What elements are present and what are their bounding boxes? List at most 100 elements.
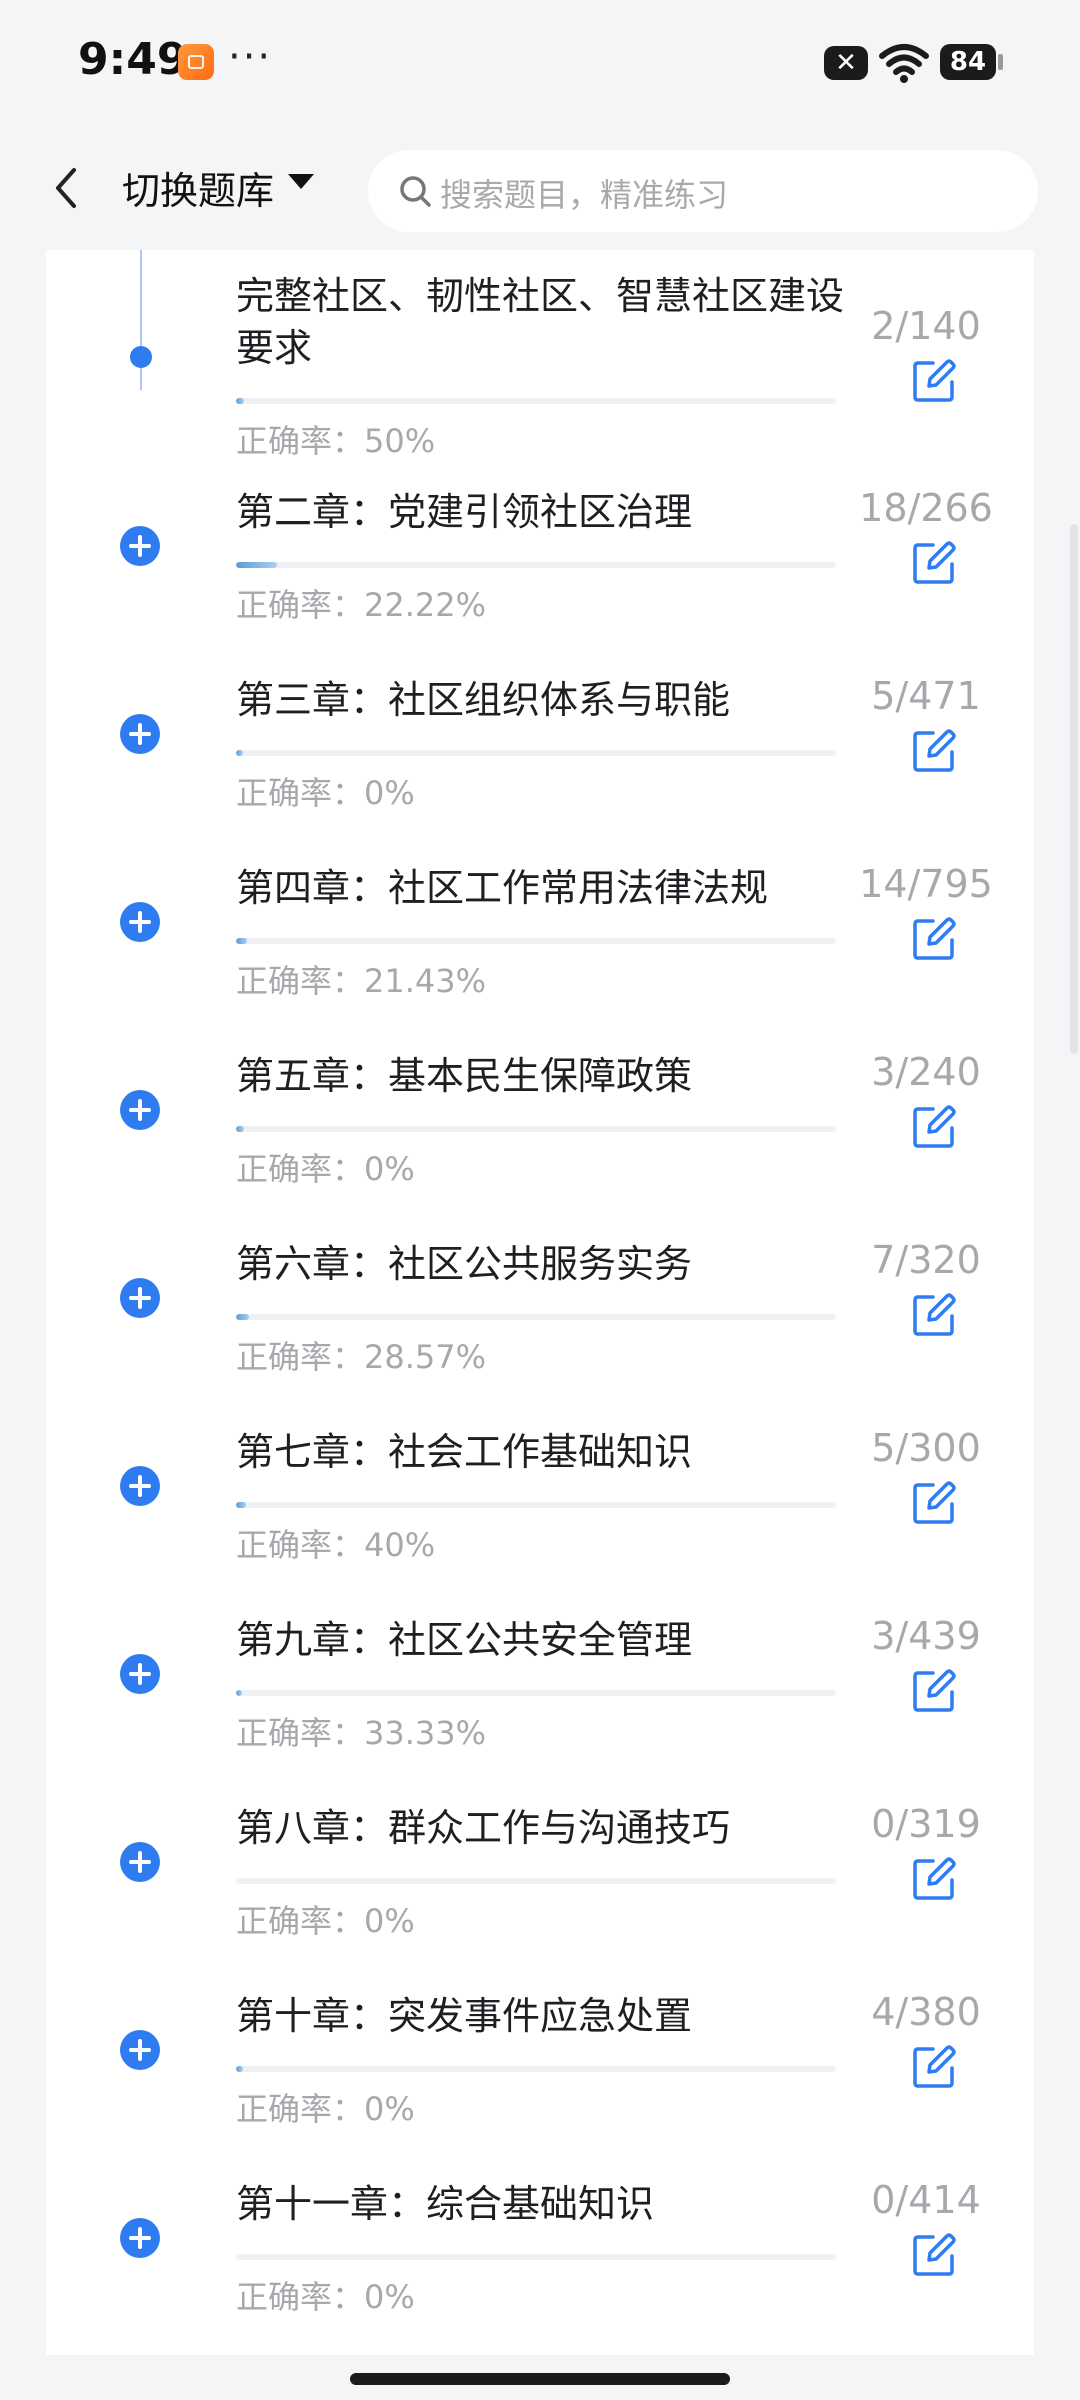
accuracy-label: 正确率： bbox=[236, 586, 365, 624]
plus-circle-icon[interactable] bbox=[120, 902, 160, 942]
plus-circle-icon[interactable] bbox=[120, 1654, 160, 1694]
plus-circle-icon[interactable] bbox=[120, 526, 160, 566]
edit-icon[interactable] bbox=[911, 1480, 957, 1526]
more-notifications-icon: ··· bbox=[228, 34, 273, 80]
edit-icon[interactable] bbox=[911, 2232, 957, 2278]
plus-circle-icon[interactable] bbox=[120, 1090, 160, 1130]
progress-fill bbox=[236, 2066, 243, 2072]
progress-bar bbox=[236, 398, 836, 404]
question-count: 2/140 bbox=[871, 304, 981, 348]
chapter-row[interactable]: 完整社区、韧性社区、智慧社区建设要求 正确率：50% 2/140 bbox=[46, 270, 1034, 460]
question-count: 4/380 bbox=[871, 1990, 981, 2034]
progress-fill bbox=[236, 938, 247, 944]
accuracy-text: 正确率：0% bbox=[236, 1144, 415, 1190]
accuracy-value: 21.43% bbox=[364, 962, 487, 1000]
accuracy-label: 正确率： bbox=[236, 1902, 365, 1940]
chapter-title: 第十章：突发事件应急处置 bbox=[236, 1994, 693, 2038]
plus-circle-icon[interactable] bbox=[120, 714, 160, 754]
dropdown-caret-icon[interactable] bbox=[288, 174, 314, 189]
edit-icon[interactable] bbox=[911, 1856, 957, 1902]
accuracy-value: 0% bbox=[364, 2090, 415, 2128]
progress-bar bbox=[236, 1878, 836, 1884]
accuracy-value: 0% bbox=[364, 2278, 415, 2316]
accuracy-text: 正确率：21.43% bbox=[236, 956, 486, 1002]
scrollbar[interactable] bbox=[1070, 524, 1078, 1054]
chapter-row[interactable]: 第二章：党建引领社区治理 正确率：22.22% 18/266 bbox=[46, 486, 1034, 676]
edit-icon[interactable] bbox=[911, 358, 957, 404]
accuracy-label: 正确率： bbox=[236, 774, 365, 812]
question-count: 7/320 bbox=[871, 1238, 981, 1282]
search-placeholder: 搜索题目，精准练习 bbox=[440, 176, 729, 214]
accuracy-value: 22.22% bbox=[364, 586, 487, 624]
battery-cap bbox=[998, 54, 1003, 70]
accuracy-label: 正确率： bbox=[236, 1714, 365, 1752]
chapter-row[interactable]: 第三章：社区组织体系与职能 正确率：0% 5/471 bbox=[46, 674, 1034, 864]
accuracy-value: 0% bbox=[364, 1902, 415, 1940]
chapter-row[interactable]: 第十一章：综合基础知识 正确率：0% 0/414 bbox=[46, 2178, 1034, 2355]
back-arrow-icon[interactable] bbox=[44, 158, 90, 218]
chapter-row[interactable]: 第六章：社区公共服务实务 正确率：28.57% 7/320 bbox=[46, 1238, 1034, 1428]
accuracy-value: 40% bbox=[364, 1526, 436, 1564]
edit-icon[interactable] bbox=[911, 916, 957, 962]
progress-bar bbox=[236, 2254, 836, 2260]
accuracy-value: 28.57% bbox=[364, 1338, 487, 1376]
chapter-row[interactable]: 第八章：群众工作与沟通技巧 正确率：0% 0/319 bbox=[46, 1802, 1034, 1992]
chapter-title: 第九章：社区公共安全管理 bbox=[236, 1618, 693, 1662]
accuracy-value: 50% bbox=[364, 422, 436, 460]
question-count: 5/300 bbox=[871, 1426, 981, 1470]
plus-circle-icon[interactable] bbox=[120, 1278, 160, 1318]
accuracy-label: 正确率： bbox=[236, 2278, 365, 2316]
plus-circle-icon[interactable] bbox=[120, 2218, 160, 2258]
search-icon bbox=[400, 176, 431, 207]
plus-circle-icon[interactable] bbox=[120, 2030, 160, 2070]
chapter-title: 第二章：党建引领社区治理 bbox=[236, 490, 693, 534]
question-count: 3/439 bbox=[871, 1614, 981, 1658]
progress-fill bbox=[236, 750, 243, 756]
chapter-list: 完整社区、韧性社区、智慧社区建设要求 正确率：50% 2/140 第二章：党建引领社区… bbox=[46, 250, 1034, 2355]
question-count: 0/319 bbox=[871, 1802, 981, 1846]
notification-app-icon bbox=[178, 44, 214, 80]
accuracy-text: 正确率：0% bbox=[236, 1896, 415, 1942]
progress-bar bbox=[236, 562, 836, 568]
accuracy-text: 正确率：0% bbox=[236, 768, 415, 814]
progress-fill bbox=[236, 1502, 247, 1508]
progress-bar bbox=[236, 1690, 836, 1696]
progress-fill bbox=[236, 1690, 242, 1696]
status-time: 9:49 bbox=[78, 34, 188, 85]
accuracy-value: 0% bbox=[364, 1150, 415, 1188]
network-off-icon: ✕ bbox=[824, 46, 868, 80]
accuracy-label: 正确率： bbox=[236, 1526, 365, 1564]
chapter-title: 第十一章：综合基础知识 bbox=[236, 2182, 655, 2226]
chapter-row[interactable]: 第五章：基本民生保障政策 正确率：0% 3/240 bbox=[46, 1050, 1034, 1240]
plus-circle-icon[interactable] bbox=[120, 1466, 160, 1506]
accuracy-text: 正确率：0% bbox=[236, 2084, 415, 2130]
chapter-title: 第七章：社会工作基础知识 bbox=[236, 1430, 693, 1474]
chapter-row[interactable]: 第四章：社区工作常用法律法规 正确率：21.43% 14/795 bbox=[46, 862, 1034, 1052]
search-input[interactable]: 搜索题目，精准练习 bbox=[368, 150, 1038, 232]
accuracy-label: 正确率： bbox=[236, 422, 365, 460]
accuracy-label: 正确率： bbox=[236, 2090, 365, 2128]
accuracy-text: 正确率：28.57% bbox=[236, 1332, 486, 1378]
chapter-title: 第八章：群众工作与沟通技巧 bbox=[236, 1806, 731, 1850]
edit-icon[interactable] bbox=[911, 540, 957, 586]
edit-icon[interactable] bbox=[911, 728, 957, 774]
chapter-row[interactable]: 第九章：社区公共安全管理 正确率：33.33% 3/439 bbox=[46, 1614, 1034, 1804]
chapter-row[interactable]: 第十章：突发事件应急处置 正确率：0% 4/380 bbox=[46, 1990, 1034, 2180]
progress-fill bbox=[236, 1126, 244, 1132]
status-bar: 9:49 ··· ✕ 84 bbox=[0, 0, 1080, 130]
progress-bar bbox=[236, 750, 836, 756]
switch-question-bank-button[interactable]: 切换题库 bbox=[122, 160, 274, 215]
accuracy-label: 正确率： bbox=[236, 1150, 365, 1188]
accuracy-label: 正确率： bbox=[236, 1338, 365, 1376]
chapter-title: 第四章：社区工作常用法律法规 bbox=[236, 866, 769, 910]
edit-icon[interactable] bbox=[911, 2044, 957, 2090]
edit-icon[interactable] bbox=[911, 1292, 957, 1338]
progress-bar bbox=[236, 938, 836, 944]
home-indicator[interactable] bbox=[350, 2373, 730, 2385]
edit-icon[interactable] bbox=[911, 1104, 957, 1150]
edit-icon[interactable] bbox=[911, 1668, 957, 1714]
chapter-row[interactable]: 第七章：社会工作基础知识正确率：40% 5/300 bbox=[46, 1426, 1034, 1616]
question-count: 14/795 bbox=[859, 862, 993, 906]
plus-circle-icon[interactable] bbox=[120, 1842, 160, 1882]
accuracy-text: 正确率：0% bbox=[236, 2272, 415, 2318]
